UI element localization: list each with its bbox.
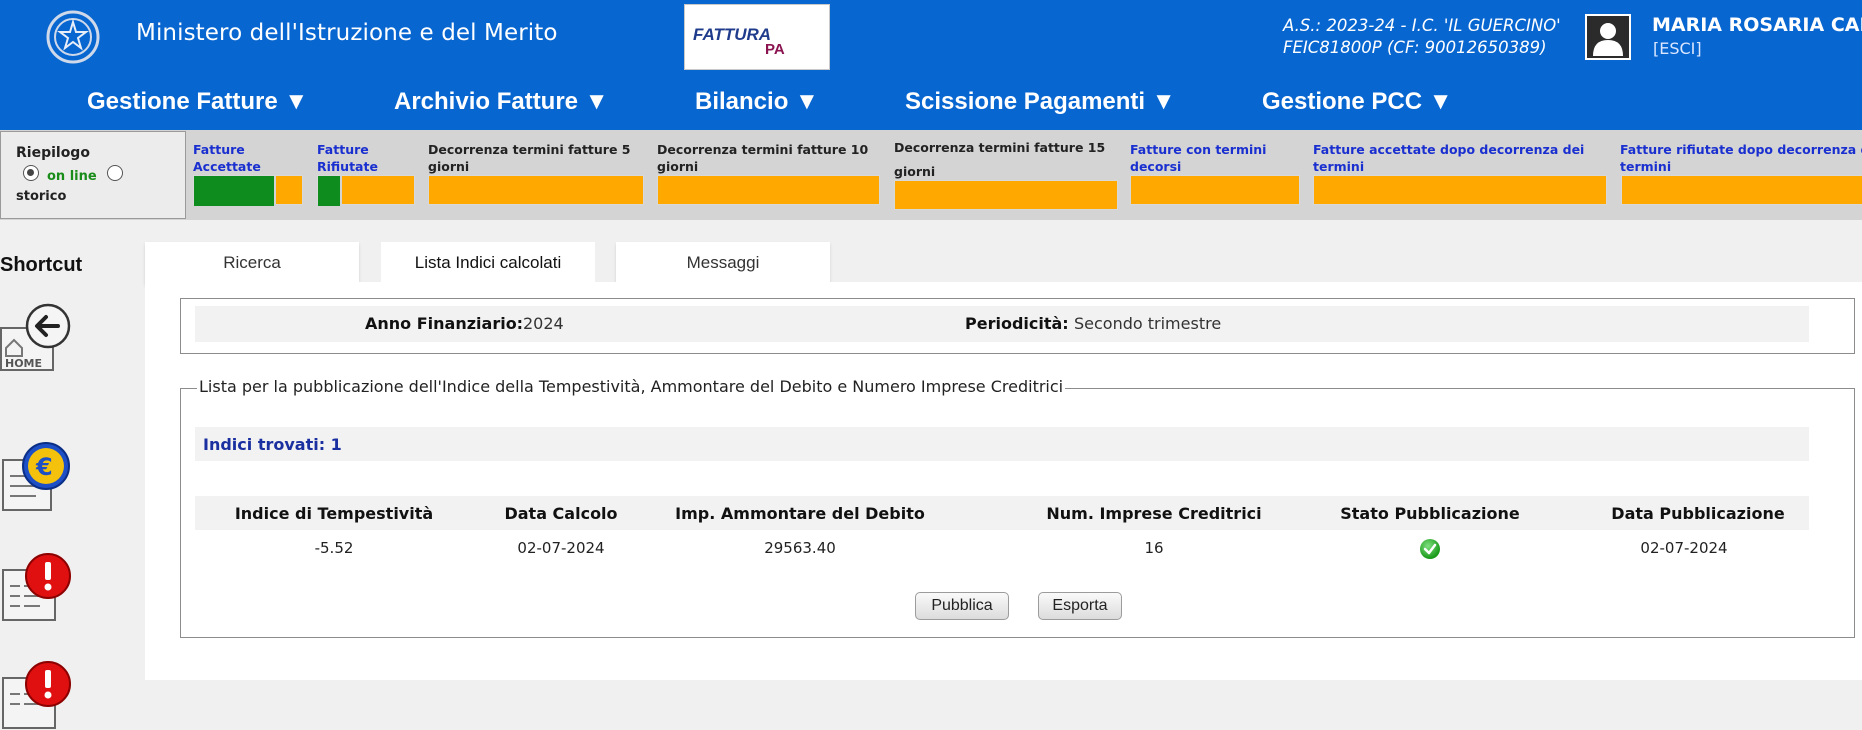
menu-gestione-pcc[interactable]: Gestione PCC ▼ xyxy=(1262,88,1452,116)
col-num-imprese[interactable]: Num. Imprese Creditrici xyxy=(1046,504,1261,523)
kpi-bar-accettate-dopo[interactable] xyxy=(1313,175,1607,205)
filter-summary-row: Anno Finanziario: 2024 Periodicità: Seco… xyxy=(195,306,1809,342)
results-count: Indici trovati: 1 xyxy=(203,435,342,454)
menu-archivio-fatture[interactable]: Archivio Fatture ▼ xyxy=(394,88,608,116)
kpi-bar-5-giorni[interactable] xyxy=(428,175,644,205)
kpi-bar-accettate-fill xyxy=(194,176,277,206)
menu-bilancio[interactable]: Bilancio ▼ xyxy=(695,88,819,116)
kpi-label-10-giorni[interactable]: Decorrenza termini fatture 10 giorni xyxy=(657,141,871,175)
kpi-label-termini-decorsi[interactable]: Fatture con termini decorsi xyxy=(1130,141,1280,175)
euro-document-icon: € xyxy=(2,442,70,511)
user-name: MARIA ROSARIA CALA xyxy=(1652,14,1862,36)
logo-pa: PA xyxy=(765,41,785,58)
kpi-label-rifiutate[interactable]: Fatture Rifiutate xyxy=(317,141,397,175)
tab-ricerca[interactable]: Ricerca xyxy=(145,242,359,284)
kpi-bar-rifiutate-fill xyxy=(318,176,342,206)
kpi-label-5-giorni[interactable]: Decorrenza termini fatture 5 giorni xyxy=(428,141,638,175)
filter-summary: Anno Finanziario: 2024 Periodicità: Seco… xyxy=(180,298,1855,354)
tab-lista-indici[interactable]: Lista Indici calcolati xyxy=(381,242,595,286)
col-indice-tempestivita[interactable]: Indice di Tempestività xyxy=(235,504,433,523)
periodicita-label: Periodicità: xyxy=(965,314,1069,333)
storico-radio[interactable] xyxy=(107,165,123,181)
kpi-bar-10-giorni[interactable] xyxy=(657,175,880,205)
table-header: Indice di Tempestività Data Calcolo Imp.… xyxy=(195,496,1809,530)
alert-document-icon xyxy=(2,553,71,621)
col-data-pubblicazione[interactable]: Data Pubblicazione xyxy=(1611,504,1784,523)
riepilogo-panel: Riepilogo on line storico xyxy=(0,131,186,219)
top-header: Ministero dell'Istruzione e del Merito F… xyxy=(0,0,1862,130)
col-ammontare-debito[interactable]: Imp. Ammontare del Debito xyxy=(675,504,925,523)
periodicita-value: Secondo trimestre xyxy=(1074,314,1222,333)
kpi-bar-15-giorni[interactable] xyxy=(894,180,1118,210)
cell-num-imprese: 16 xyxy=(1144,539,1164,557)
kpi-bar-rifiutate-dopo[interactable] xyxy=(1621,175,1862,205)
alert-document-icon xyxy=(2,661,71,729)
home-icon: HOME xyxy=(0,303,71,371)
tab-messaggi[interactable]: Messaggi xyxy=(616,242,830,284)
online-label: on line xyxy=(47,169,97,184)
logo-text: FATTURA xyxy=(693,25,772,44)
col-data-calcolo[interactable]: Data Calcolo xyxy=(504,504,617,523)
shortcut-home[interactable]: HOME xyxy=(0,300,72,372)
shortcut-bilancio[interactable]: € xyxy=(0,440,72,512)
menu-gestione-fatture[interactable]: Gestione Fatture ▼ xyxy=(87,88,308,116)
school-info: A.S.: 2023-24 - I.C. 'IL GUERCINO' FEIC8… xyxy=(1283,15,1561,59)
ministry-title: Ministero dell'Istruzione e del Merito xyxy=(136,20,558,46)
kpi-bar-accettate[interactable] xyxy=(193,175,303,206)
svg-text:HOME: HOME xyxy=(5,357,42,370)
kpi-bar-rifiutate[interactable] xyxy=(317,175,415,206)
kpi-label-15-giorni[interactable]: Decorrenza termini fatture 15 giorni xyxy=(894,136,1108,184)
pubblica-button[interactable]: Pubblica xyxy=(915,592,1009,620)
shortcut-alert-1[interactable] xyxy=(0,550,72,622)
school-year-name: A.S.: 2023-24 - I.C. 'IL GUERCINO' xyxy=(1283,16,1561,35)
shortcut-alert-2[interactable] xyxy=(0,658,72,730)
status-bar: Riepilogo on line storico Fatture Accett… xyxy=(0,130,1862,220)
list-legend: Lista per la pubblicazione dell'Indice d… xyxy=(197,377,1066,396)
kpi-bar-termini-decorsi[interactable] xyxy=(1130,175,1300,205)
col-stato-pubblicazione[interactable]: Stato Pubblicazione xyxy=(1340,504,1519,523)
logout-link[interactable]: [ESCI] xyxy=(1653,39,1702,58)
indici-list-fieldset: Lista per la pubblicazione dell'Indice d… xyxy=(180,377,1855,638)
online-radio[interactable] xyxy=(23,165,39,181)
kpi-label-accettate-dopo[interactable]: Fatture accettate dopo decorrenza dei te… xyxy=(1313,141,1603,175)
cell-indice: -5.52 xyxy=(314,539,354,557)
kpi-label-rifiutate-dopo[interactable]: Fatture rifiutate dopo decorrenza dei te… xyxy=(1620,141,1862,175)
anno-finanziario-value: 2024 xyxy=(523,314,564,333)
published-check-icon xyxy=(1420,539,1440,559)
esporta-button[interactable]: Esporta xyxy=(1038,592,1122,620)
cell-data-calcolo: 02-07-2024 xyxy=(517,539,605,557)
kpi-label-accettate[interactable]: Fatture Accettate xyxy=(193,141,283,175)
cell-data-pubblicazione: 02-07-2024 xyxy=(1640,539,1728,557)
svg-text:€: € xyxy=(35,453,53,481)
results-count-bar: Indici trovati: 1 xyxy=(195,427,1809,461)
cell-importo: 29563.40 xyxy=(764,539,836,557)
fatturapa-logo: FATTURA PA xyxy=(684,4,830,70)
republic-emblem-icon xyxy=(46,10,100,64)
menu-scissione-pagamenti[interactable]: Scissione Pagamenti ▼ xyxy=(905,88,1176,116)
user-avatar-icon[interactable] xyxy=(1585,14,1631,60)
anno-finanziario-label: Anno Finanziario: xyxy=(365,314,524,333)
shortcut-title: Shortcut xyxy=(0,254,83,276)
riepilogo-title: Riepilogo xyxy=(16,145,90,161)
storico-label: storico xyxy=(16,189,67,204)
school-code: FEIC81800P (CF: 90012650389) xyxy=(1283,38,1547,57)
